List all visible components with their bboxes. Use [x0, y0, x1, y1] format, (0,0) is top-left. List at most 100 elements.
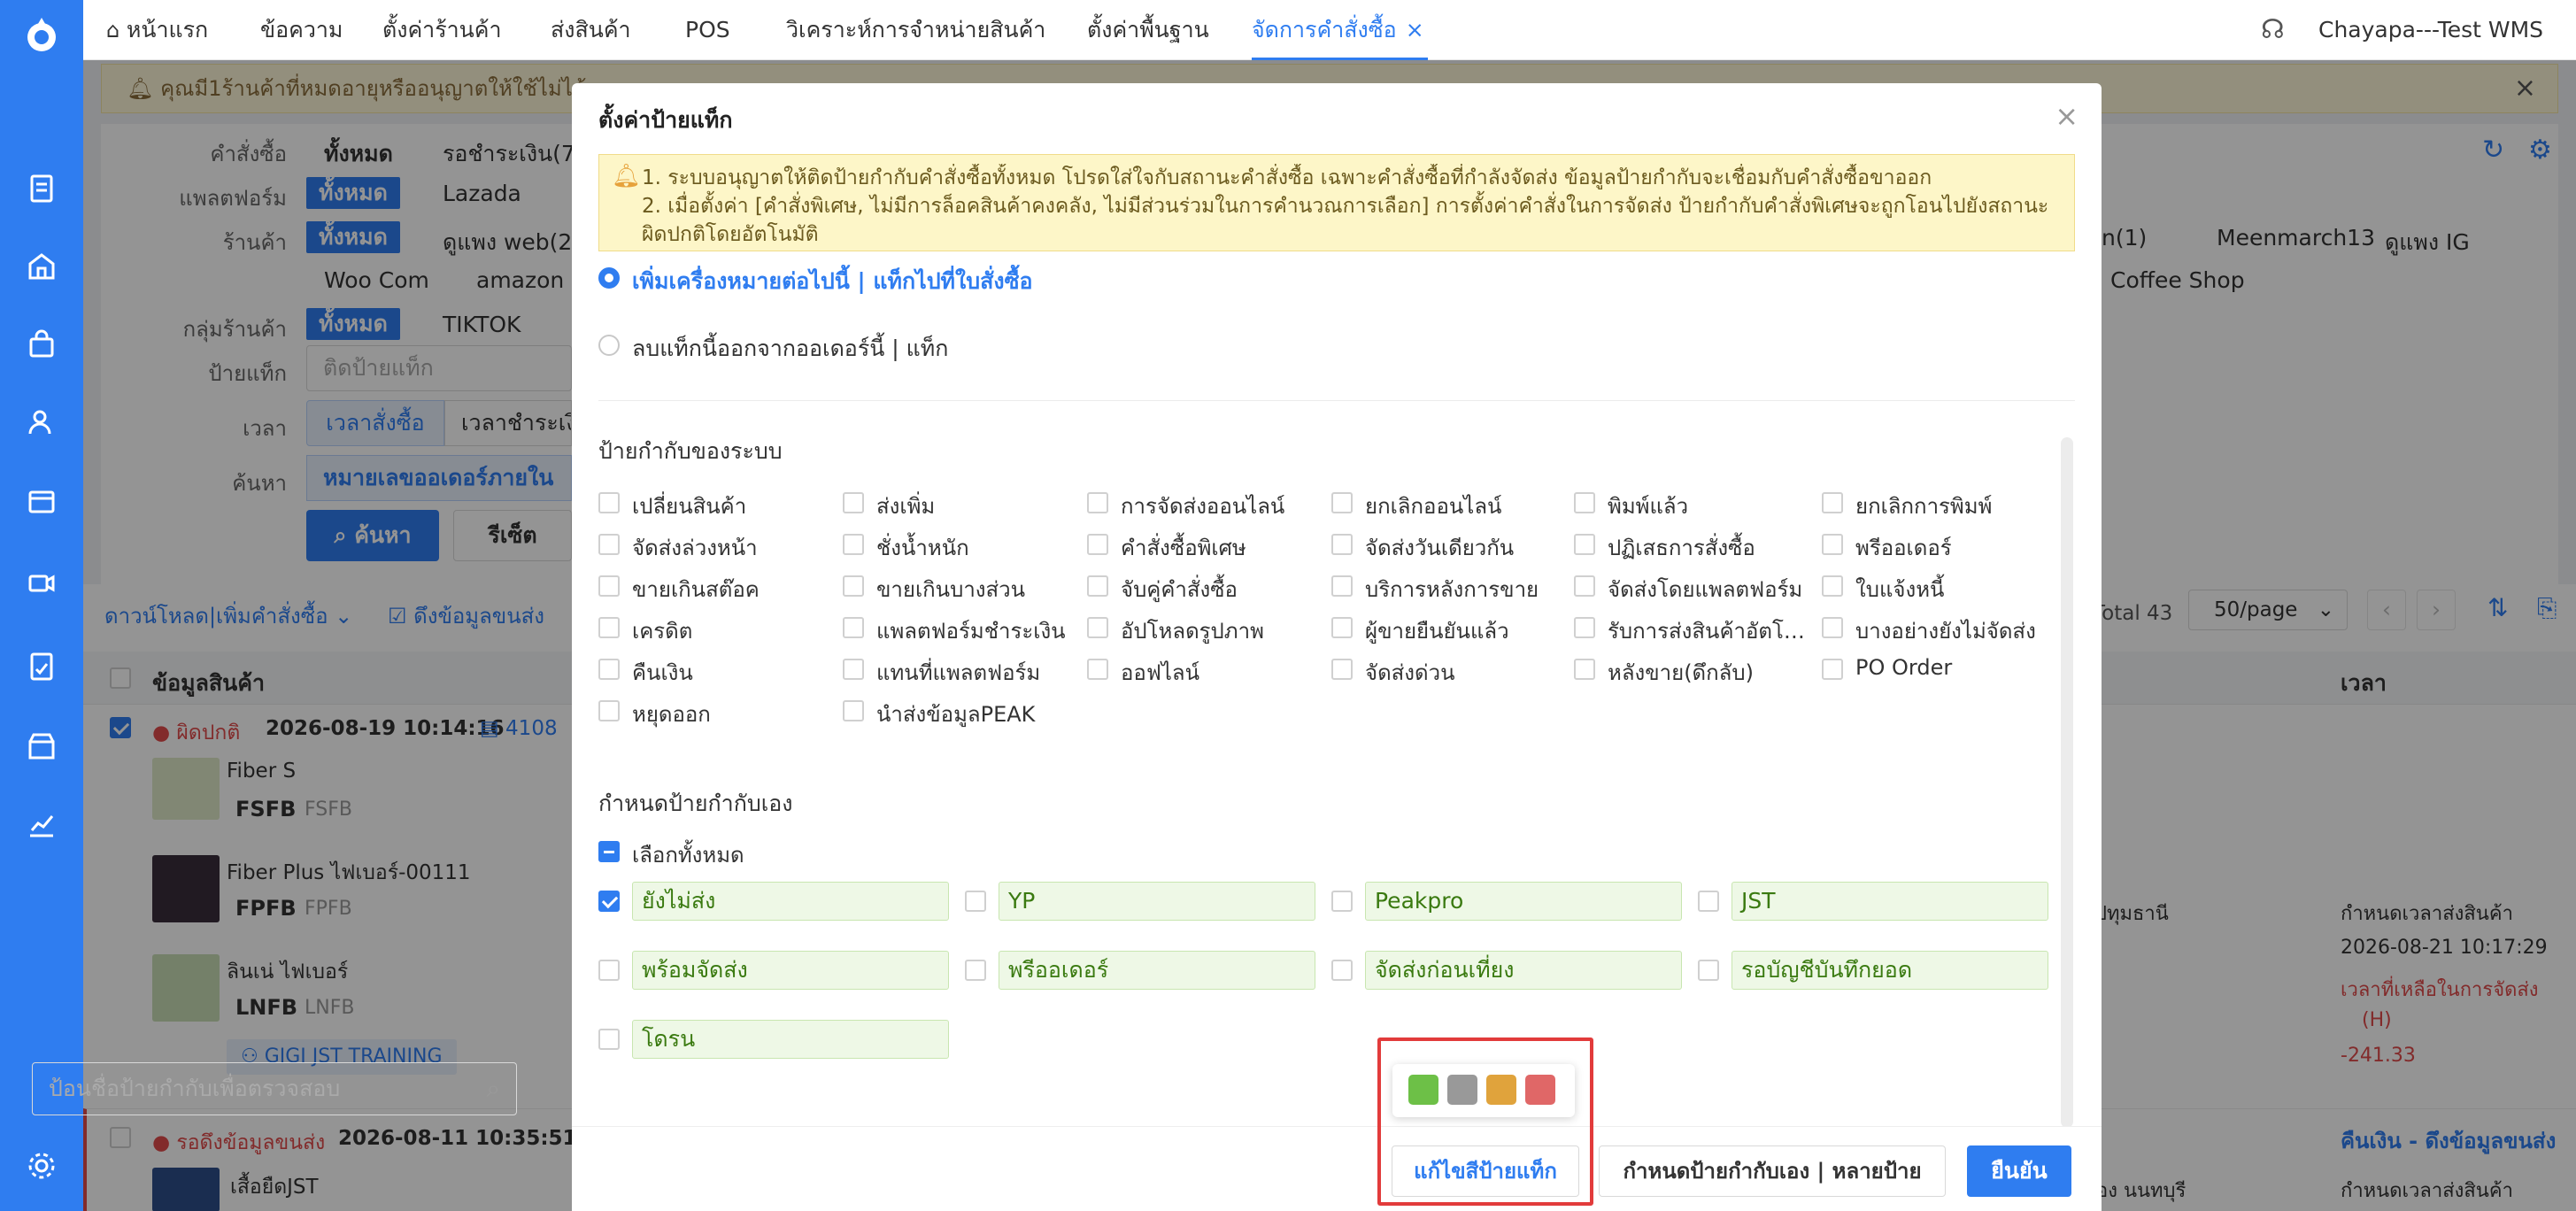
custom-multi-tag-button[interactable]: กำหนดป้ายกำกับเอง | หลายป้าย [1599, 1145, 1946, 1197]
system-tag-label[interactable]: แพลตฟอร์มชำระเงิน [876, 613, 1078, 648]
close-icon[interactable]: × [2055, 99, 2079, 133]
system-tag-label[interactable]: นำส่งข้อมูลPEAK [876, 697, 1078, 731]
user-icon[interactable] [21, 407, 62, 448]
custom-tag-checkbox[interactable] [965, 960, 986, 981]
tab-sales-analysis[interactable]: วิเคราะห์การจำหน่ายสินค้า [786, 0, 1045, 60]
system-tag-checkbox[interactable] [843, 659, 864, 680]
system-tag-label[interactable]: บริการหลังการขาย [1365, 572, 1567, 606]
custom-tag-item[interactable]: พร้อมจัดส่ง [632, 951, 949, 990]
system-tag-label[interactable]: หยุดออก [632, 697, 834, 731]
system-tag-label[interactable]: ยกเลิกการพิมพ์ [1855, 489, 2057, 523]
custom-tag-item[interactable]: JST [1731, 882, 2048, 921]
system-tag-checkbox[interactable] [843, 700, 864, 721]
custom-tag-item[interactable]: รอบัญชีบันทึกยอด [1731, 951, 2048, 990]
system-tag-label[interactable]: เปลี่ยนสินค้า [632, 489, 834, 523]
system-tag-label[interactable]: คำสั่งซื้อพิเศษ [1121, 530, 1323, 565]
custom-tag-item[interactable]: Peakpro [1365, 882, 1682, 921]
system-tag-checkbox[interactable] [1087, 659, 1108, 680]
custom-tag-checkbox[interactable] [1331, 960, 1353, 981]
system-tag-checkbox[interactable] [1574, 575, 1595, 597]
system-tag-label[interactable]: การจัดส่งออนไลน์ [1121, 489, 1323, 523]
radio-remove-tag[interactable] [598, 335, 620, 356]
document-icon[interactable] [21, 174, 62, 214]
system-tag-label[interactable]: ใบแจ้งหนี้ [1855, 572, 2057, 606]
system-tag-label[interactable]: ขายเกินบางส่วน [876, 572, 1078, 606]
system-tag-checkbox[interactable] [843, 534, 864, 555]
custom-tag-item[interactable]: ยังไม่ส่ง [632, 882, 949, 921]
scrollbar[interactable] [2061, 437, 2073, 1128]
gear-icon[interactable] [21, 1151, 62, 1192]
system-tag-label[interactable]: ขายเกินสต๊อค [632, 572, 834, 606]
system-tag-checkbox[interactable] [1822, 659, 1843, 680]
system-tag-label[interactable]: ผู้ขายยืนยันแล้ว [1365, 613, 1567, 648]
system-tag-checkbox[interactable] [1087, 534, 1108, 555]
system-tag-label[interactable]: จับคู่คำสั่งซื้อ [1121, 572, 1323, 606]
logo-icon[interactable] [21, 14, 62, 55]
custom-tag-checkbox[interactable] [965, 891, 986, 912]
system-tag-checkbox[interactable] [843, 617, 864, 638]
bag-icon[interactable] [21, 329, 62, 370]
system-tag-checkbox[interactable] [1331, 534, 1353, 555]
custom-tag-item[interactable]: โดรน [632, 1020, 949, 1059]
system-tag-label[interactable]: ยกเลิกออนไลน์ [1365, 489, 1567, 523]
custom-tag-checkbox[interactable] [598, 960, 620, 981]
system-tag-checkbox[interactable] [1822, 492, 1843, 513]
tab-home[interactable]: ⌂ หน้าแรก [106, 0, 208, 60]
video-icon[interactable] [21, 568, 62, 609]
system-tag-label[interactable]: จัดส่งล่วงหน้า [632, 530, 834, 565]
chart-icon[interactable] [21, 809, 62, 850]
system-tag-checkbox[interactable] [1087, 575, 1108, 597]
system-tag-checkbox[interactable] [598, 492, 620, 513]
system-tag-checkbox[interactable] [1574, 617, 1595, 638]
custom-tag-item[interactable]: พรีออเดอร์ [999, 951, 1315, 990]
system-tag-checkbox[interactable] [1087, 492, 1108, 513]
tag-search-input[interactable]: ป้อนชื่อป้ายกำกับเพื่อตรวจสอบ ⌕ [32, 1062, 517, 1115]
tab-pos[interactable]: POS [685, 0, 730, 60]
system-tag-label[interactable]: บางอย่างยังไม่จัดส่ง [1855, 613, 2057, 648]
system-tag-label[interactable]: พิมพ์แล้ว [1608, 489, 1809, 523]
system-tag-checkbox[interactable] [1574, 492, 1595, 513]
system-tag-checkbox[interactable] [598, 534, 620, 555]
system-tag-label[interactable]: ปฏิเสธการสั่งซื้อ [1608, 530, 1809, 565]
headset-icon[interactable]: ☊ [2261, 0, 2285, 60]
system-tag-checkbox[interactable] [598, 700, 620, 721]
tab-shop-settings[interactable]: ตั้งค่าร้านค้า [382, 0, 502, 60]
radio-remove-tag-label[interactable]: ลบแท็กนี้ออกจากออเดอร์นี้ | แท็ก [632, 331, 948, 366]
system-tag-label[interactable]: พรีออเดอร์ [1855, 530, 2057, 565]
custom-tag-checkbox[interactable] [1698, 891, 1719, 912]
system-tag-label[interactable]: อัปโหลดรูปภาพ [1121, 613, 1323, 648]
shop-icon[interactable] [21, 731, 62, 772]
custom-tag-checkbox[interactable] [598, 1029, 620, 1050]
system-tag-checkbox[interactable] [1331, 575, 1353, 597]
system-tag-checkbox[interactable] [1574, 534, 1595, 555]
user-name[interactable]: Chayapa---Test WMS [2318, 0, 2543, 60]
confirm-button[interactable]: ยืนยัน [1967, 1145, 2071, 1197]
select-all-label[interactable]: เลือกทั้งหมด [632, 837, 744, 872]
system-tag-label[interactable]: ชั่งน้ำหนัก [876, 530, 1078, 565]
system-tag-label[interactable]: คืนเงิน [632, 655, 834, 690]
system-tag-checkbox[interactable] [1822, 617, 1843, 638]
radio-add-tag-label[interactable]: เพิ่มเครื่องหมายต่อไปนี้ | แท็กไปที่ใบสั… [632, 264, 1033, 299]
tab-shipping[interactable]: ส่งสินค้า [551, 0, 631, 60]
system-tag-label[interactable]: เครดิต [632, 613, 834, 648]
system-tag-checkbox[interactable] [843, 492, 864, 513]
tab-messages[interactable]: ข้อความ [260, 0, 343, 60]
system-tag-checkbox[interactable] [843, 575, 864, 597]
system-tag-checkbox[interactable] [1822, 575, 1843, 597]
custom-tag-checkbox[interactable] [1331, 891, 1353, 912]
system-tag-checkbox[interactable] [598, 659, 620, 680]
system-tag-label[interactable]: หลังขาย(ดึกลับ) [1608, 655, 1809, 690]
system-tag-label[interactable]: จัดส่งวันเดียวกัน [1365, 530, 1567, 565]
system-tag-label[interactable]: ออฟไลน์ [1121, 655, 1323, 690]
system-tag-label[interactable]: จัดส่งโดยแพลตฟอร์ม [1608, 572, 1809, 606]
system-tag-checkbox[interactable] [1822, 534, 1843, 555]
system-tag-label[interactable]: PO Order [1855, 655, 2057, 680]
report-icon[interactable] [21, 652, 62, 692]
system-tag-checkbox[interactable] [598, 575, 620, 597]
system-tag-checkbox[interactable] [1331, 617, 1353, 638]
warehouse-icon[interactable] [21, 485, 62, 526]
custom-tag-checkbox[interactable] [1698, 960, 1719, 981]
system-tag-checkbox[interactable] [1331, 492, 1353, 513]
system-tag-label[interactable]: รับการส่งสินค้าอัตโนมัติ [1608, 613, 1809, 648]
tab-order-management[interactable]: จัดการคำสั่งซื้อ × [1252, 0, 1428, 60]
